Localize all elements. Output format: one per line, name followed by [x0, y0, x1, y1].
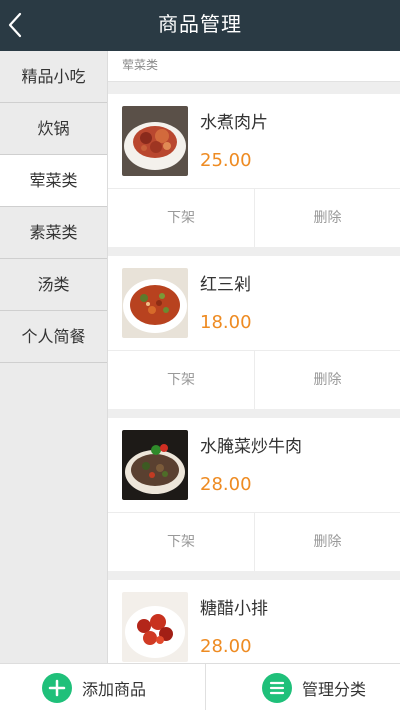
product-card: 糖醋小排 28.00 下架 删除: [108, 580, 400, 663]
product-price: 18.00: [200, 312, 252, 333]
product-name: 红三剁: [200, 275, 251, 295]
product-card: 水腌菜炒牛肉 28.00 下架 删除: [108, 418, 400, 571]
product-name: 水煮肉片: [200, 113, 268, 133]
plus-icon: [42, 672, 72, 703]
app-header: 商品管理: [0, 0, 400, 51]
manage-category-label: 管理分类: [302, 679, 367, 699]
product-image: [122, 268, 188, 338]
product-card: 红三剁 18.00 下架 删除: [108, 256, 400, 409]
delete-button[interactable]: 删除: [254, 513, 400, 571]
bottom-toolbar: 添加商品 管理分类: [0, 663, 400, 710]
sidebar-item-snacks[interactable]: 精品小吃: [0, 51, 107, 103]
section-label: 荤菜类: [108, 51, 400, 82]
product-name: 水腌菜炒牛肉: [200, 437, 302, 457]
sidebar-item-vegetable[interactable]: 素菜类: [0, 207, 107, 259]
delete-button[interactable]: 删除: [254, 351, 400, 409]
offshelf-button[interactable]: 下架: [108, 189, 254, 247]
offshelf-button[interactable]: 下架: [108, 513, 254, 571]
sidebar-item-meat[interactable]: 荤菜类: [0, 155, 107, 207]
product-image: [122, 106, 188, 176]
product-image: [122, 430, 188, 500]
sidebar-item-set-meal[interactable]: 个人简餐: [0, 311, 107, 363]
manage-category-button[interactable]: 管理分类: [262, 664, 366, 710]
product-price: 28.00: [200, 636, 252, 657]
page-title: 商品管理: [158, 12, 242, 36]
divider: [205, 664, 206, 710]
offshelf-button[interactable]: 下架: [108, 351, 254, 409]
product-price: 28.00: [200, 474, 252, 495]
category-sidebar: 精品小吃 炊锅 荤菜类 素菜类 汤类 个人简餐: [0, 51, 108, 663]
product-list[interactable]: 荤菜类 水煮肉片 25.00 下架 删除 红三剁 18.00 下架 删除 水腌菜…: [108, 51, 400, 663]
product-card: 水煮肉片 25.00 下架 删除: [108, 94, 400, 247]
add-product-label: 添加商品: [82, 679, 147, 699]
sidebar-item-hotpot[interactable]: 炊锅: [0, 103, 107, 155]
delete-button[interactable]: 删除: [254, 189, 400, 247]
product-name: 糖醋小排: [200, 599, 268, 619]
sidebar-item-soup[interactable]: 汤类: [0, 259, 107, 311]
menu-icon: [262, 672, 292, 703]
add-product-button[interactable]: 添加商品: [42, 664, 146, 710]
product-image: [122, 592, 188, 662]
product-price: 25.00: [200, 150, 252, 171]
